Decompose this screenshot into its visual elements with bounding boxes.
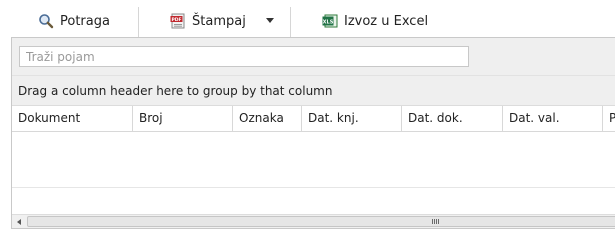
export-excel-button-label: Izvoz u Excel xyxy=(344,13,429,29)
search-button[interactable]: Potraga xyxy=(38,10,110,32)
group-panel-text: Drag a column header here to group by th… xyxy=(18,83,333,98)
column-header-dat-val[interactable]: Dat. val. xyxy=(503,106,603,131)
column-header-dat-knj[interactable]: Dat. knj. xyxy=(302,106,402,131)
scroll-left-arrow-icon[interactable] xyxy=(12,215,26,228)
print-button[interactable]: PDF Štampaj xyxy=(170,10,246,32)
column-header-oznaka[interactable]: Oznaka xyxy=(233,106,302,131)
grid-search-panel xyxy=(12,38,615,76)
column-header-p[interactable]: P xyxy=(603,106,615,131)
column-header-broj[interactable]: Broj xyxy=(133,106,233,131)
svg-text:PDF: PDF xyxy=(171,17,181,23)
export-excel-button[interactable]: XLS Izvoz u Excel xyxy=(322,10,428,32)
search-button-label: Potraga xyxy=(60,13,110,29)
toolbar-separator xyxy=(138,7,139,37)
excel-icon: XLS xyxy=(322,13,338,29)
column-header-dokument[interactable]: Dokument xyxy=(12,106,133,131)
grid-body xyxy=(12,132,615,188)
column-header-row: Dokument Broj Oznaka Dat. knj. Dat. dok.… xyxy=(12,106,615,132)
scrollbar-thumb[interactable] xyxy=(27,216,615,227)
app-root: Potraga PDF Štampaj XLS Izvoz u Excel Tr… xyxy=(0,0,615,249)
group-panel[interactable]: Drag a column header here to group by th… xyxy=(12,76,615,106)
grip-icon xyxy=(432,219,439,224)
toolbar: Potraga PDF Štampaj XLS Izvoz u Excel xyxy=(0,0,615,38)
print-button-label: Štampaj xyxy=(192,13,246,29)
svg-text:XLS: XLS xyxy=(323,19,334,25)
toolbar-separator xyxy=(290,7,291,37)
column-header-dat-dok[interactable]: Dat. dok. xyxy=(402,106,503,131)
grid-footer xyxy=(12,188,615,214)
magnifier-icon xyxy=(38,13,54,29)
print-dropdown-chevron-icon[interactable] xyxy=(266,18,274,23)
search-input[interactable] xyxy=(19,46,469,67)
horizontal-scrollbar[interactable] xyxy=(12,214,615,228)
data-grid: Drag a column header here to group by th… xyxy=(11,37,615,229)
pdf-icon: PDF xyxy=(170,13,186,29)
